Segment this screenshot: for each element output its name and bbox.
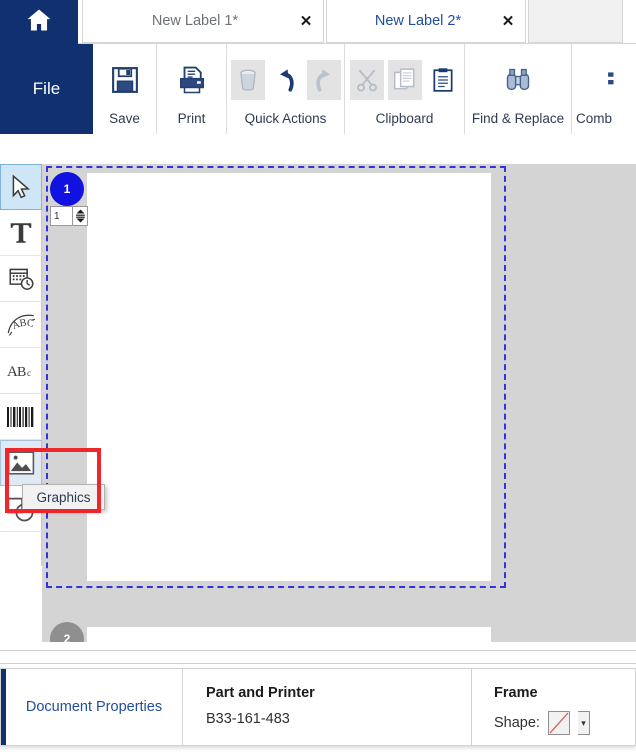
ribbon-group-label: Clipboard (375, 111, 434, 126)
ribbon-group-label: Save (109, 111, 140, 126)
undo-icon[interactable] (269, 60, 303, 100)
svg-text:B: B (17, 365, 26, 380)
serial-text-tool[interactable]: A B c (0, 348, 42, 394)
frame-shape-label: Shape: (494, 715, 540, 731)
tab-label: New Label 2* (374, 13, 462, 29)
stepper-arrows-icon[interactable] (72, 207, 87, 225)
tab-close-icon[interactable]: ✕ (289, 14, 323, 29)
svg-text:c: c (27, 368, 31, 378)
tab-strip-filler (528, 0, 623, 43)
trash-icon (230, 59, 265, 100)
section-frame: Frame Shape: ▾ (471, 669, 636, 745)
section-title: Part and Printer (206, 685, 315, 701)
ribbon-group-label: Find & Replace (471, 111, 565, 126)
combine-icon[interactable] (598, 60, 616, 100)
curved-abc-icon: A B C (6, 310, 36, 340)
label-canvas-area[interactable]: 1 1 2 (42, 164, 636, 642)
tab-strip: New Label 1* ✕ New Label 2* ✕ (0, 0, 636, 44)
date-time-tool[interactable] (0, 256, 42, 302)
ribbon-group-label: Print (177, 111, 206, 126)
redo-icon (306, 59, 341, 100)
paste-icon[interactable] (426, 60, 460, 100)
label-page-1[interactable] (87, 173, 491, 581)
divider-line-top (0, 650, 636, 651)
select-tool[interactable] (0, 164, 42, 210)
frame-shape-swatch[interactable] (547, 711, 570, 735)
tab-new-label-2[interactable]: New Label 2* ✕ (326, 0, 526, 43)
graphics-tool[interactable] (0, 440, 42, 486)
home-icon (25, 6, 53, 39)
document-properties-panel: Document Properties Part and Printer B33… (0, 668, 636, 746)
tab-close-icon[interactable]: ✕ (491, 14, 525, 29)
abc-icon: A B c (6, 360, 36, 382)
ribbon-group-label: Quick Actions (244, 111, 327, 126)
binoculars-icon[interactable] (501, 60, 535, 100)
curved-text-tool[interactable]: A B C (0, 302, 42, 348)
floppy-disk-icon[interactable] (108, 60, 142, 100)
graphics-tooltip: Graphics (22, 484, 105, 510)
section-part-and-printer: Part and Printer B33-161-483 (184, 669, 471, 745)
ribbon-group-save[interactable]: Save (93, 44, 157, 134)
label-page-2[interactable] (87, 627, 491, 642)
page-number-badge-1[interactable]: 1 (50, 172, 84, 206)
calendar-clock-icon (8, 265, 35, 292)
copies-stepper[interactable]: 1 (50, 206, 88, 226)
copy-icon (387, 59, 422, 100)
divider-line-bottom (0, 663, 636, 664)
application-window: New Label 1* ✕ New Label 2* ✕ File Save … (0, 0, 636, 752)
frame-shape-dropdown-icon[interactable]: ▾ (577, 711, 590, 735)
cursor-arrow-icon (8, 174, 34, 200)
status-divider-band (0, 642, 636, 668)
ribbon-group-combine[interactable]: Comb (572, 44, 636, 134)
part-number-value[interactable]: B33-161-483 (206, 711, 471, 727)
tab-new-label-1[interactable]: New Label 1* ✕ (82, 0, 324, 43)
ribbon-group-clipboard[interactable]: Clipboard (345, 44, 465, 134)
copies-value[interactable]: 1 (51, 207, 72, 225)
ribbon-group-find-replace[interactable]: Find & Replace (465, 44, 572, 134)
barcode-tool[interactable] (0, 394, 42, 440)
home-button[interactable] (0, 0, 78, 44)
text-t-icon (8, 220, 34, 246)
printer-icon[interactable] (175, 60, 209, 100)
text-tool[interactable] (0, 210, 42, 256)
ribbon-group-print[interactable]: Print (157, 44, 227, 134)
document-properties-tab[interactable]: Document Properties (6, 669, 183, 745)
section-title: Frame (494, 685, 538, 701)
cut-icon (349, 59, 384, 100)
ribbon-toolbar: File Save Print Quick Actions Clipboard … (0, 44, 636, 184)
file-menu-button[interactable]: File (0, 44, 93, 134)
ribbon-group-label: Comb (576, 111, 613, 126)
picture-icon (7, 450, 35, 476)
tab-label: New Label 1* (151, 13, 239, 29)
page-number-badge-2[interactable]: 2 (50, 622, 84, 642)
barcode-icon (6, 405, 36, 429)
ribbon-group-quick-actions[interactable]: Quick Actions (227, 44, 345, 134)
